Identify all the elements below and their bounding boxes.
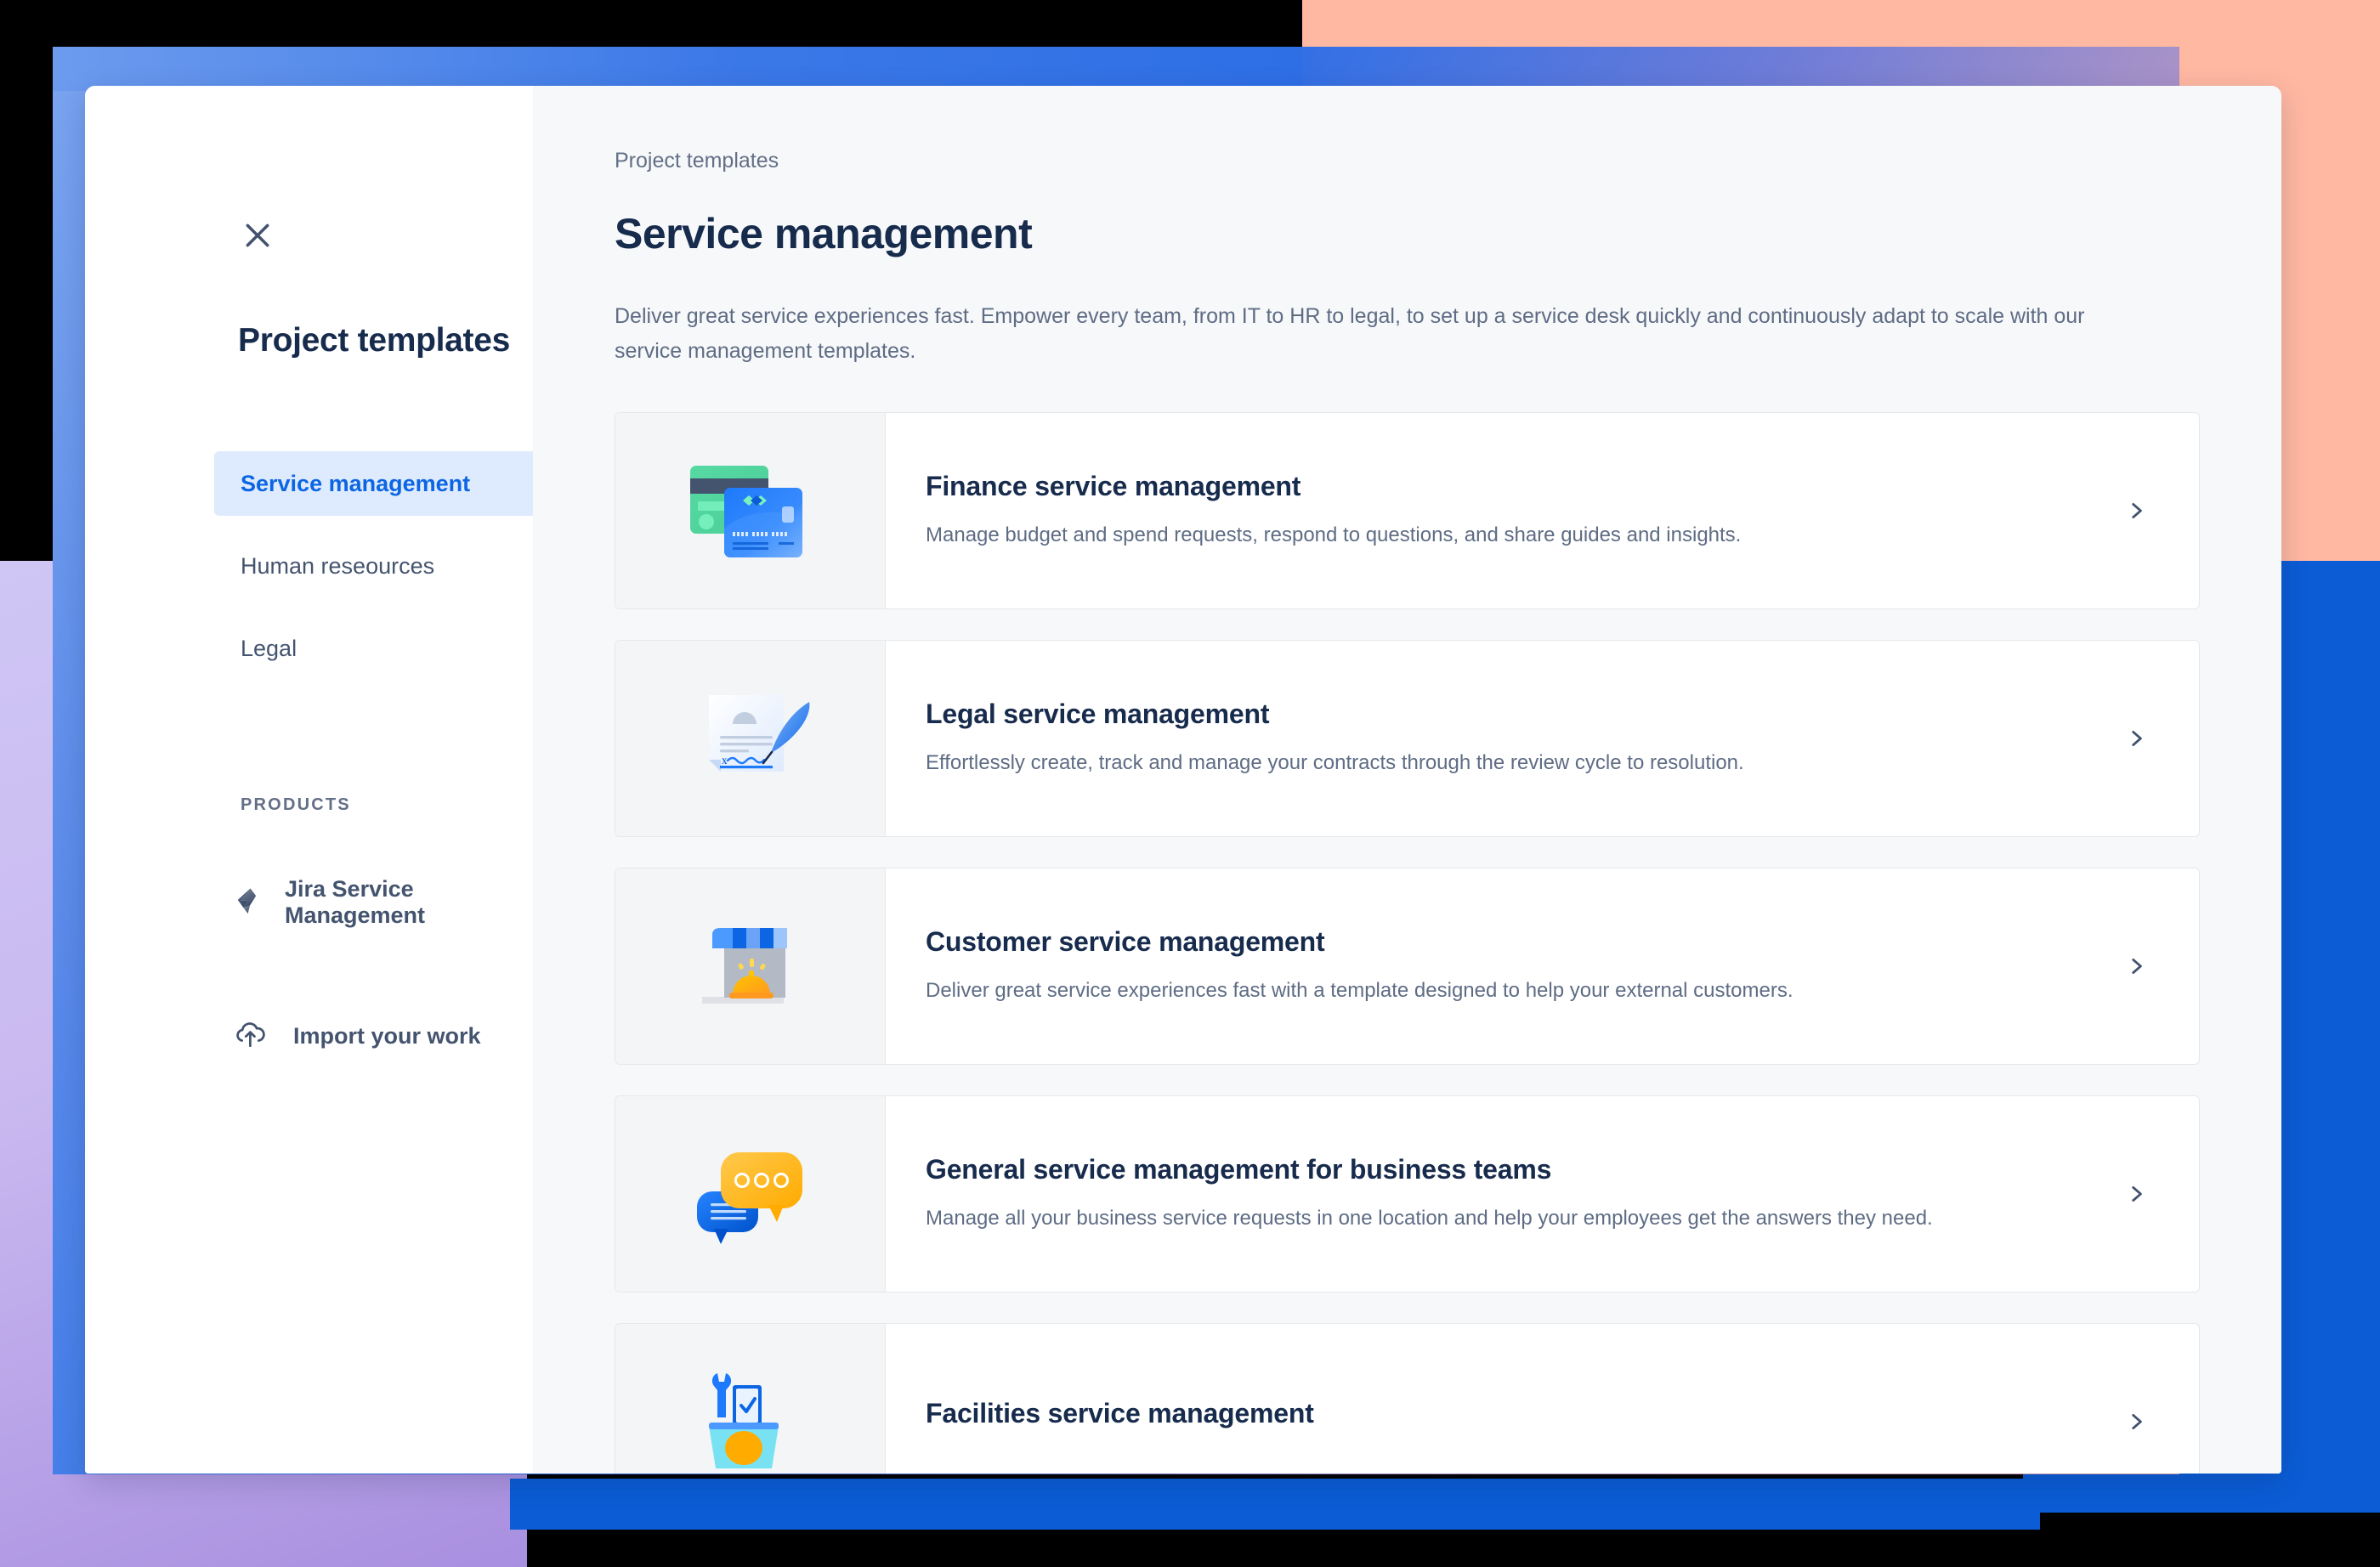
sidebar-title: Project templates xyxy=(238,322,511,359)
sidebar-item-jira-service-management[interactable]: Jira Service Management xyxy=(234,876,533,929)
card-title: Facilities service management xyxy=(926,1397,1314,1428)
svg-text:X: X xyxy=(722,757,728,766)
card-body: Finance service management Manage budget… xyxy=(886,413,2199,608)
card-thumbnail: X xyxy=(615,641,886,836)
project-templates-modal: Project templates Service management Hum… xyxy=(85,86,2281,1474)
card-description: Effortlessly create, track and manage yo… xyxy=(926,750,1744,774)
contract-signature-quill-icon: X xyxy=(683,683,818,794)
template-card-facilities-service-management[interactable]: Facilities service management xyxy=(615,1323,2200,1474)
template-card-finance-service-management[interactable]: Finance service management Manage budget… xyxy=(615,412,2200,609)
card-description: Deliver great service experiences fast w… xyxy=(926,978,1794,1002)
chevron-right-icon[interactable] xyxy=(2111,1183,2162,1205)
sidebar-product-label: Jira Service Management xyxy=(285,876,426,928)
card-body: Facilities service management xyxy=(886,1324,2199,1474)
card-body: Legal service management Effortlessly cr… xyxy=(886,641,2199,836)
card-thumbnail xyxy=(615,413,886,608)
storefront-service-bell-icon xyxy=(683,911,818,1021)
template-card-legal-service-management[interactable]: X Legal service management Effortlessly … xyxy=(615,640,2200,837)
sidebar-item-label: Legal xyxy=(241,635,298,661)
sidebar-item-import-your-work[interactable]: Import your work xyxy=(234,1021,481,1051)
decorative-gradient-frame-top xyxy=(53,47,1302,91)
main-panel: Project templates Service management Del… xyxy=(533,86,2281,1474)
card-thumbnail xyxy=(615,1096,886,1292)
speech-bubbles-icon xyxy=(683,1139,818,1249)
cloud-upload-icon xyxy=(234,1021,268,1051)
screenshot-root: Project templates Service management Hum… xyxy=(0,0,2380,1567)
close-icon[interactable] xyxy=(234,212,281,259)
card-thumbnail xyxy=(615,868,886,1064)
sidebar-item-label: Human reseources xyxy=(241,552,435,579)
credit-cards-icon xyxy=(683,455,818,566)
card-description: Manage all your business service request… xyxy=(926,1206,1933,1230)
chevron-right-icon[interactable] xyxy=(2111,955,2162,977)
page-description: Deliver great service experiences fast. … xyxy=(615,304,2085,363)
card-description: Manage budget and spend requests, respon… xyxy=(926,523,1742,546)
wrench-clipboard-icon xyxy=(683,1366,818,1474)
card-thumbnail xyxy=(615,1324,886,1474)
template-card-general-service-management[interactable]: General service management for business … xyxy=(615,1095,2200,1293)
template-card-customer-service-management[interactable]: Customer service management Deliver grea… xyxy=(615,868,2200,1065)
sidebar-import-label: Import your work xyxy=(293,1022,481,1049)
decorative-blue-bottom-block xyxy=(510,1479,2040,1530)
card-title: Finance service management xyxy=(926,470,1301,501)
sidebar: Project templates Service management Hum… xyxy=(85,86,595,1474)
card-title: Customer service management xyxy=(926,925,1325,957)
products-section-header: PRODUCTS xyxy=(241,795,351,814)
chevron-right-icon[interactable] xyxy=(2111,1411,2162,1433)
sidebar-item-label: Service management xyxy=(241,470,471,496)
card-title: General service management for business … xyxy=(926,1153,1552,1185)
page-title: Service management xyxy=(615,210,1033,257)
breadcrumb: Project templates xyxy=(615,149,779,173)
jira-service-management-icon xyxy=(234,886,266,919)
card-title: Legal service management xyxy=(926,698,1270,729)
chevron-right-icon[interactable] xyxy=(2111,500,2162,522)
card-body: General service management for business … xyxy=(886,1096,2199,1292)
card-body: Customer service management Deliver grea… xyxy=(886,868,2199,1064)
chevron-right-icon[interactable] xyxy=(2111,727,2162,750)
